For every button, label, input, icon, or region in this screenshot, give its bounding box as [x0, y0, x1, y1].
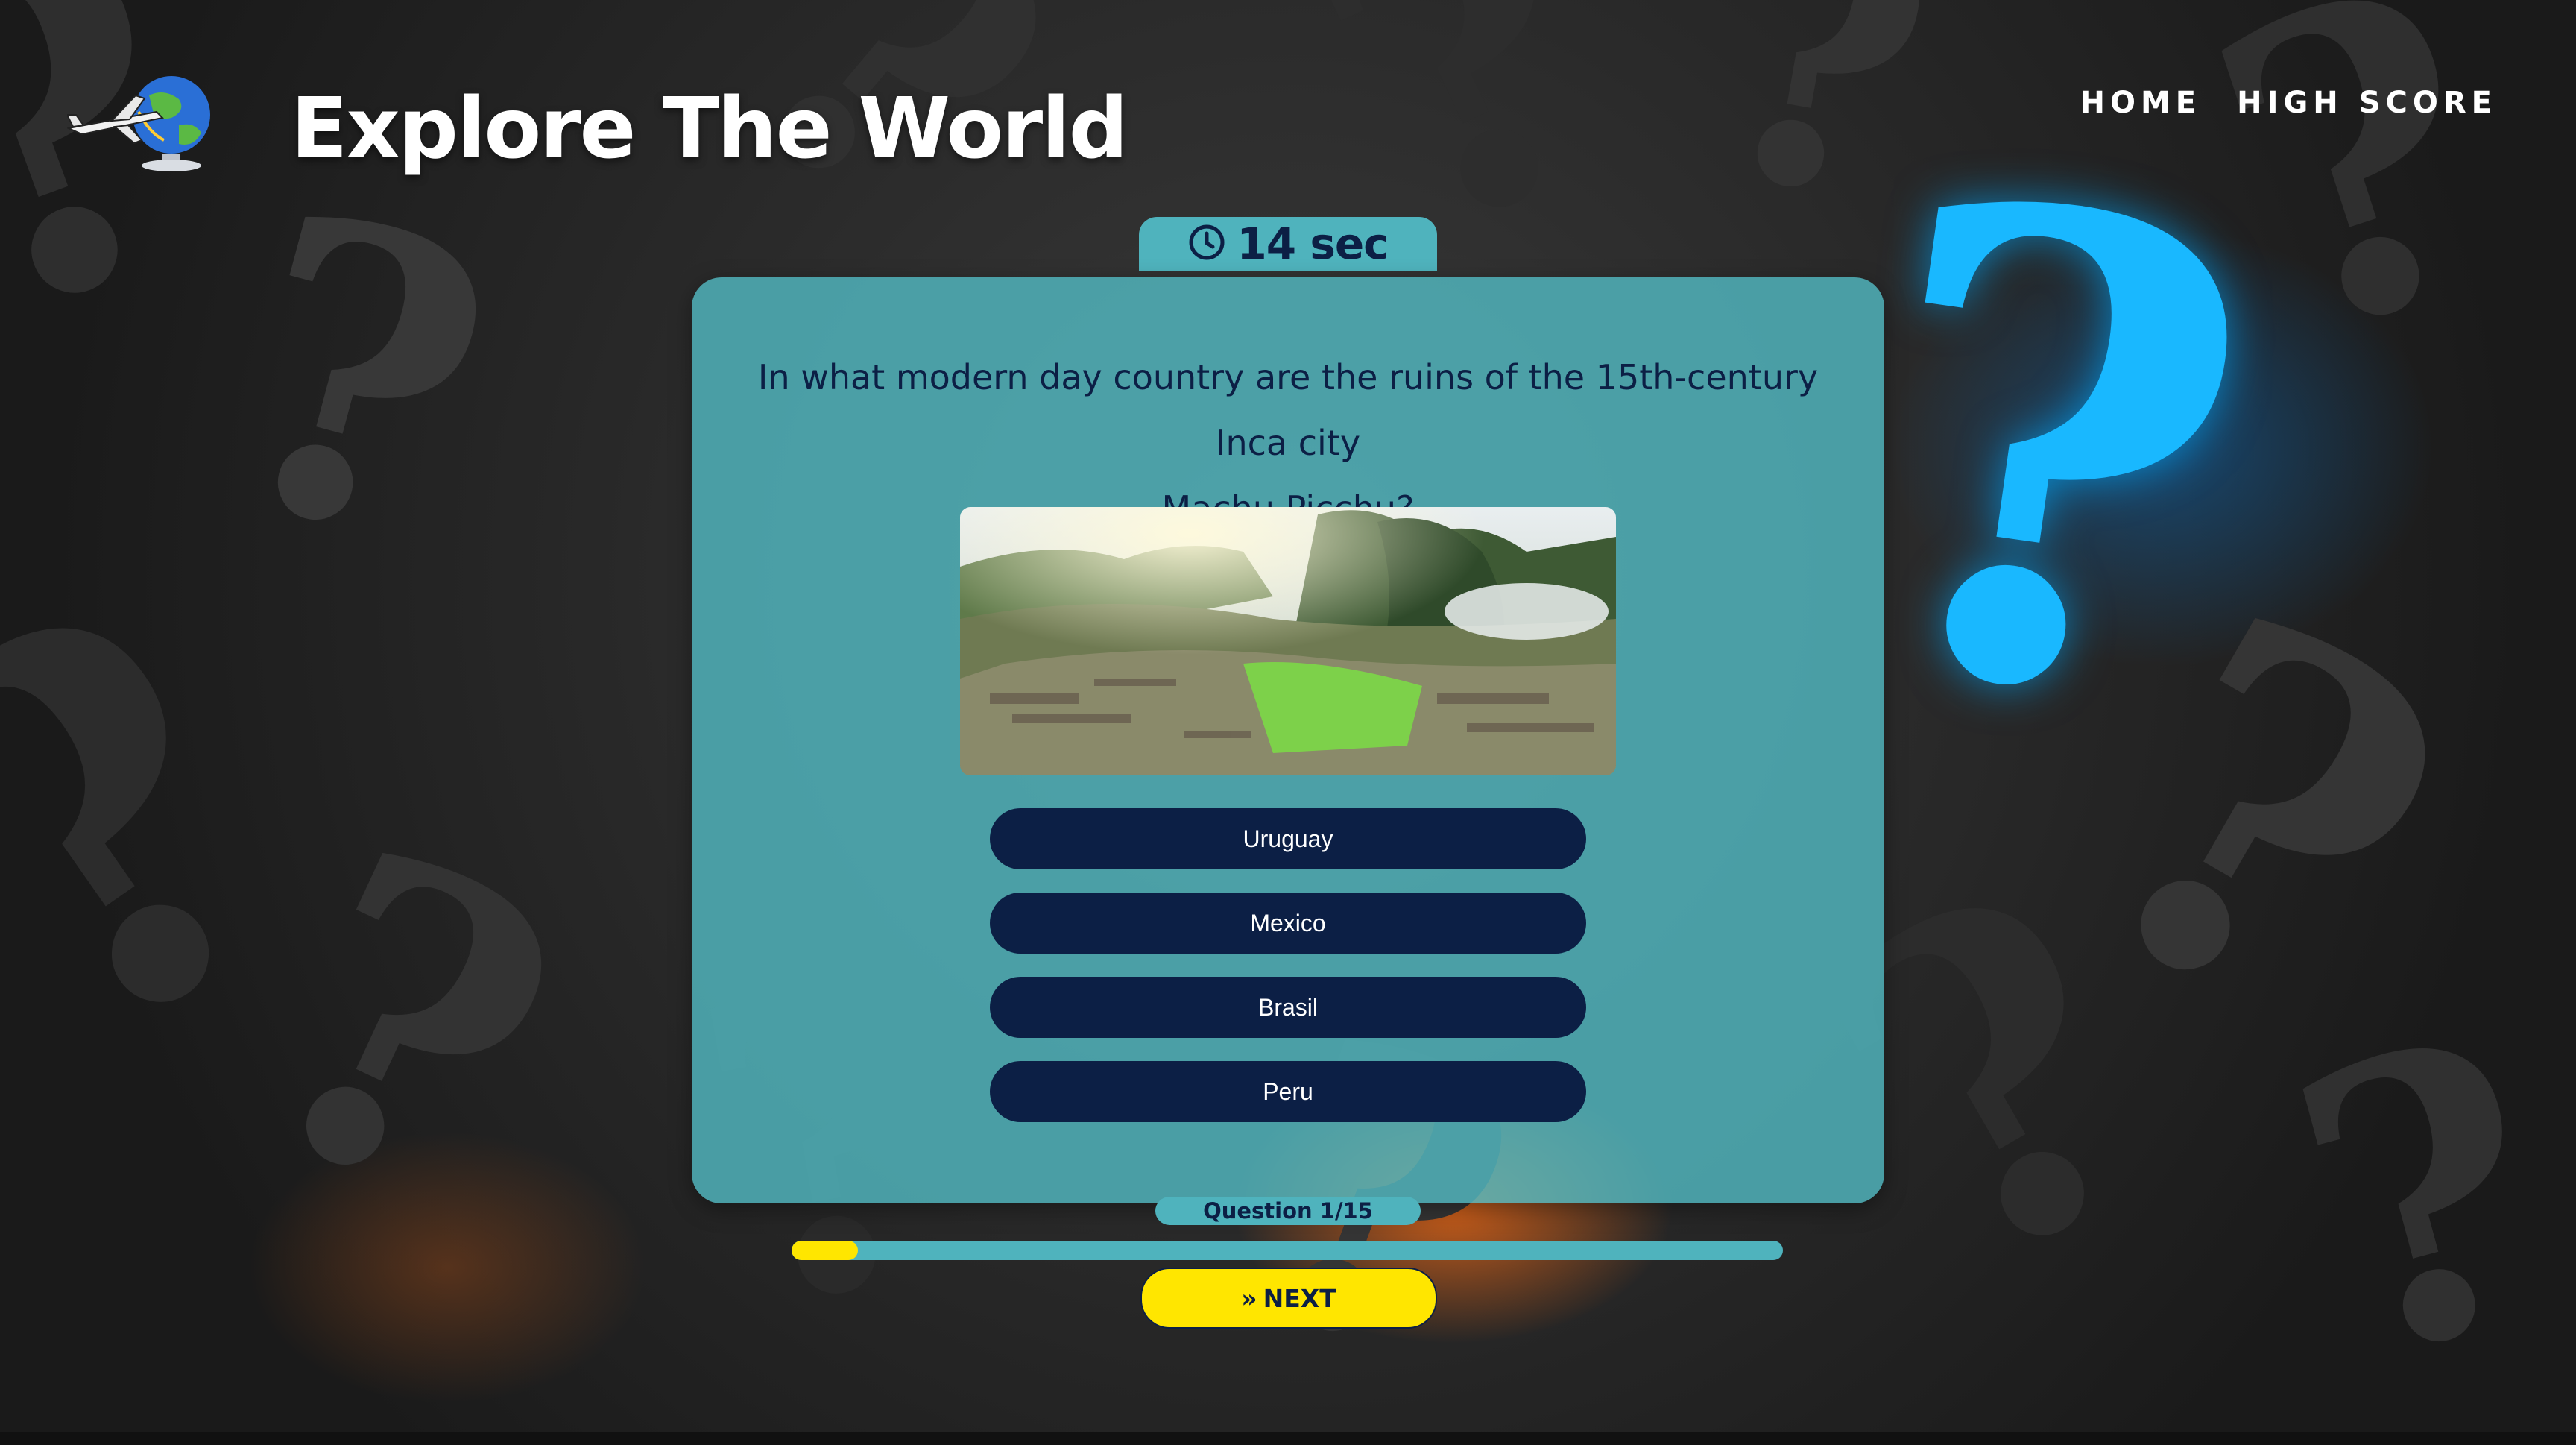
timer-text: 14 sec [1237, 218, 1389, 269]
clock-icon [1187, 223, 1226, 265]
quiz-card: In what modern day country are the ruins… [692, 277, 1884, 1203]
bg-question-mark: ? [0, 0, 266, 429]
machu-picchu-photo [960, 507, 1616, 775]
page-bottom-strip [0, 1432, 2576, 1445]
answer-option-peru[interactable]: Peru [990, 1061, 1586, 1122]
site-title: Explore The World [291, 81, 1128, 177]
answer-option-mexico[interactable]: Mexico [990, 892, 1586, 954]
next-button[interactable]: » NEXT [1140, 1268, 1437, 1329]
question-counter: Question 1/15 [1155, 1197, 1421, 1225]
timer-badge: 14 sec [1139, 217, 1437, 271]
top-nav: HOME HIGH SCORE [2080, 86, 2498, 120]
next-button-label: NEXT [1263, 1283, 1336, 1313]
nav-home-link[interactable]: HOME [2080, 86, 2202, 120]
question-line-1: In what modern day country are the ruins… [757, 357, 1819, 463]
answer-option-brasil[interactable]: Brasil [990, 977, 1586, 1038]
bg-question-mark: ? [2255, 950, 2576, 1445]
progress-bar [792, 1241, 1783, 1260]
double-chevron-right-icon: » [1241, 1283, 1257, 1313]
answer-list: Uruguay Mexico Brasil Peru [990, 808, 1586, 1145]
nav-high-score-link[interactable]: HIGH SCORE [2237, 86, 2497, 120]
bg-question-mark: ? [181, 121, 532, 640]
globe-airplane-icon[interactable] [66, 66, 224, 177]
progress-bar-fill [792, 1241, 858, 1260]
answer-option-uruguay[interactable]: Uruguay [990, 808, 1586, 869]
